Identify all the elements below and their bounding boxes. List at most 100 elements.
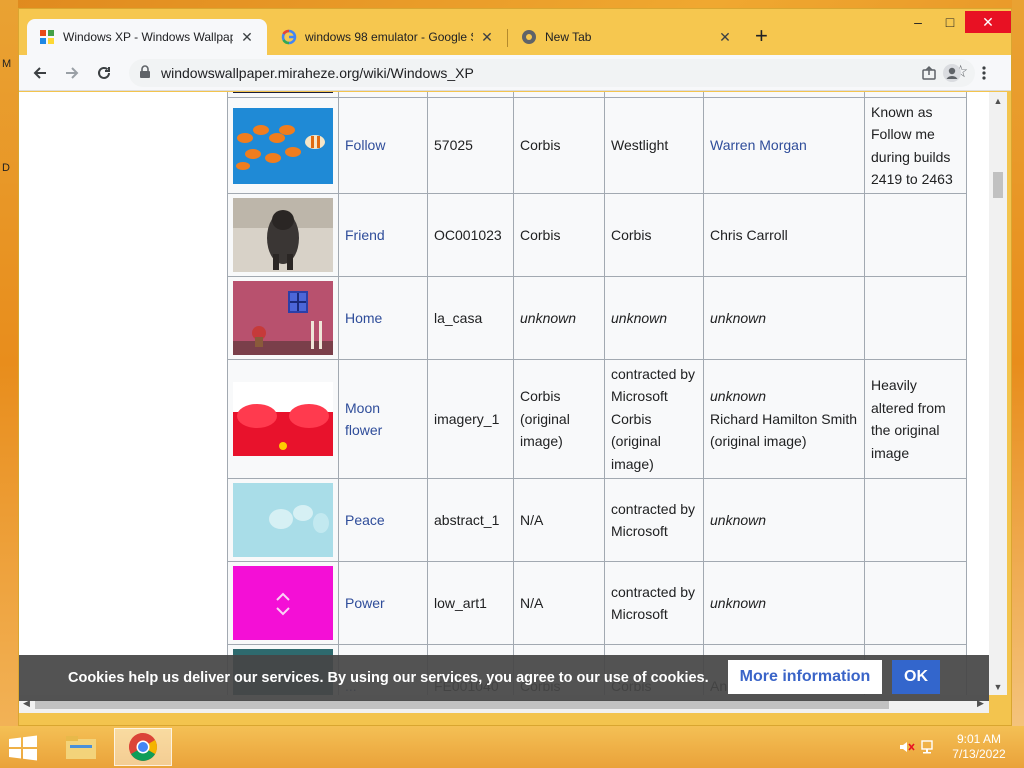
- file-cell: low_art1: [427, 561, 514, 645]
- desktop-left-strip: M D: [0, 0, 18, 726]
- author-link[interactable]: Warren Morgan: [703, 97, 865, 194]
- thumb-cell: [227, 478, 339, 562]
- google-favicon-icon: [281, 29, 297, 45]
- scroll-up-icon[interactable]: ▲: [989, 96, 1007, 106]
- note-line: Follow me: [871, 126, 935, 142]
- source-line: image): [611, 455, 654, 472]
- wallpaper-name-link[interactable]: Moon flower: [338, 359, 428, 479]
- windows-start-icon[interactable]: [8, 735, 38, 761]
- peace-thumbnail[interactable]: [233, 483, 333, 557]
- close-window-button[interactable]: ✕: [965, 11, 1011, 33]
- notes-cell: [864, 478, 967, 562]
- forward-button[interactable]: [59, 60, 85, 86]
- reload-button[interactable]: [91, 60, 117, 86]
- tab-separator: [507, 29, 508, 47]
- lock-icon: [140, 65, 150, 78]
- tab-title: windows 98 emulator - Google S: [305, 30, 473, 44]
- source-line: contracted by: [611, 500, 696, 517]
- desktop-icon-label: M: [2, 58, 12, 70]
- source-line: contracted by: [611, 583, 696, 600]
- share-icon[interactable]: [921, 65, 937, 81]
- file-cell: abstract_1: [427, 478, 514, 562]
- source-line: Microsoft: [611, 388, 668, 405]
- desktop-icon-label: D: [2, 162, 10, 174]
- wallpaper-name-link[interactable]: Follow: [338, 97, 428, 194]
- tab-new-tab[interactable]: New Tab ✕: [509, 19, 745, 55]
- source-cell: contracted by Microsoft: [604, 561, 704, 645]
- chrome-favicon-icon: [522, 30, 536, 44]
- file-explorer-icon: [66, 736, 96, 759]
- tab-close-icon[interactable]: ✕: [479, 29, 495, 46]
- power-thumbnail[interactable]: [233, 566, 333, 640]
- new-tab-button[interactable]: +: [755, 25, 768, 47]
- wallpaper-name-link[interactable]: Peace: [338, 478, 428, 562]
- agency-cell: N/A: [513, 561, 605, 645]
- home-thumbnail[interactable]: [233, 281, 333, 355]
- note-line: altered from: [871, 399, 946, 416]
- vertical-scrollbar[interactable]: ▲ ▼: [989, 92, 1007, 695]
- taskbar-file-explorer[interactable]: [52, 728, 110, 766]
- agency-cell: Corbis (original image): [513, 359, 605, 479]
- wallpaper-name-link[interactable]: Power: [338, 561, 428, 645]
- thumb-cell: [227, 193, 339, 277]
- horizontal-scroll-thumb[interactable]: [35, 700, 889, 709]
- agency-line: image): [520, 433, 563, 450]
- follow-thumbnail[interactable]: [233, 107, 333, 184]
- system-clock[interactable]: 9:01 AM 7/13/2022: [944, 732, 1014, 762]
- tab-strip: Windows XP - Windows Wallpap ✕ windows 9…: [19, 9, 1011, 55]
- wallpaper-name-link[interactable]: Home: [338, 276, 428, 360]
- cookie-ok-button[interactable]: OK: [892, 660, 940, 694]
- maximize-button[interactable]: □: [939, 11, 961, 33]
- tab-google-search[interactable]: windows 98 emulator - Google S ✕: [269, 19, 507, 55]
- table-row: Moon flower imagery_1 Corbis (original i…: [227, 359, 967, 479]
- agency-cell: Corbis: [513, 97, 605, 194]
- scroll-down-icon[interactable]: ▼: [989, 682, 1007, 692]
- author-cell: unknown: [703, 561, 865, 645]
- wallpaper-name-link[interactable]: Friend: [338, 193, 428, 277]
- table-row: Home la_casa unknown unknown unknown: [227, 276, 967, 360]
- note-line: the original: [871, 422, 940, 438]
- author-cell: unknown: [703, 276, 865, 360]
- network-icon[interactable]: [920, 739, 938, 755]
- tab-close-icon[interactable]: ✕: [239, 29, 255, 46]
- tab-close-icon[interactable]: ✕: [717, 29, 733, 46]
- source-line: Microsoft: [611, 523, 668, 539]
- more-information-button[interactable]: More information: [728, 660, 882, 694]
- note-line: 2419 to 2463: [871, 171, 953, 187]
- notes-cell: [864, 561, 967, 645]
- back-arrow-icon: [33, 67, 46, 79]
- kebab-menu-icon: [982, 66, 986, 80]
- profile-avatar-icon: [943, 64, 961, 82]
- agency-cell: N/A: [513, 478, 605, 562]
- taskbar: 9:01 AM 7/13/2022: [0, 726, 1024, 768]
- minimize-button[interactable]: –: [907, 11, 929, 33]
- vertical-scroll-thumb[interactable]: [993, 172, 1003, 198]
- moon-flower-thumbnail[interactable]: [233, 382, 333, 456]
- taskbar-chrome[interactable]: [114, 728, 172, 766]
- author-line: unknown: [710, 388, 767, 405]
- source-cell: contracted by Microsoft: [604, 478, 704, 562]
- table-row: Follow 57025 Corbis Westlight Warren Mor…: [227, 97, 967, 194]
- thumb-cell: [227, 97, 339, 194]
- volume-muted-icon[interactable]: [898, 739, 916, 755]
- source-line: (original: [611, 433, 661, 450]
- clock-date: 7/13/2022: [952, 747, 1006, 761]
- source-line: contracted by: [611, 365, 696, 382]
- cookie-banner: Cookies help us deliver our services. By…: [19, 655, 989, 701]
- address-bar[interactable]: windowswallpaper.miraheze.org/wiki/Windo…: [129, 59, 975, 87]
- menu-button[interactable]: [971, 60, 997, 86]
- profile-button[interactable]: [939, 60, 965, 86]
- source-cell: Corbis: [604, 193, 704, 277]
- back-button[interactable]: [27, 60, 53, 86]
- tab-windows-xp[interactable]: Windows XP - Windows Wallpap ✕: [27, 19, 267, 55]
- url-text: windowswallpaper.miraheze.org/wiki/Windo…: [161, 65, 474, 81]
- friend-thumbnail[interactable]: [233, 198, 333, 272]
- author-cell: unknown Richard Hamilton Smith (original…: [703, 359, 865, 479]
- page-content: Follow 57025 Corbis Westlight Warren Mor…: [19, 92, 989, 695]
- file-cell: la_casa: [427, 276, 514, 360]
- file-cell: OC001023: [427, 193, 514, 277]
- notes-cell: [864, 193, 967, 277]
- thumb-cell: [227, 276, 339, 360]
- note-line: Heavily: [871, 377, 917, 393]
- notes-cell: Heavily altered from the original image: [864, 359, 967, 479]
